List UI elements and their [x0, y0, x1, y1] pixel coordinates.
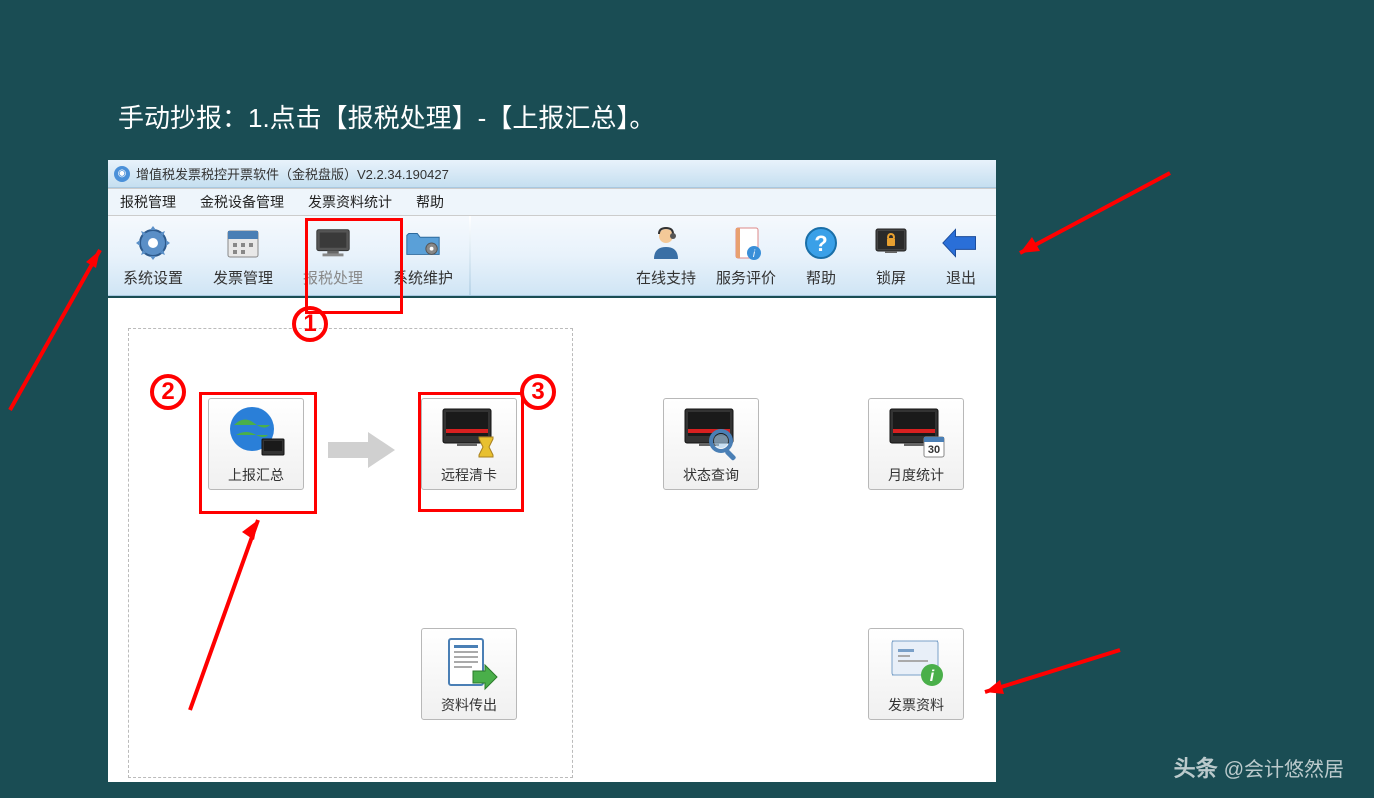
document-export-icon	[437, 635, 501, 691]
toolbar-left-group: 系统设置 发票管理 报税处理 系统维护	[108, 216, 468, 295]
window-title: 增值税发票税控开票软件（金税盘版）V2.2.34.190427	[136, 164, 449, 183]
toolbar-label: 退出	[946, 267, 976, 288]
gear-icon	[133, 223, 173, 263]
arrow-right-icon	[323, 428, 403, 477]
menu-help[interactable]: 帮助	[404, 189, 456, 215]
globe-monitor-icon	[224, 405, 288, 461]
app-icon: ◉	[114, 166, 130, 182]
support-person-icon	[646, 223, 686, 263]
menu-tax-mgmt[interactable]: 报税管理	[108, 189, 188, 215]
tile-label: 发票资料	[888, 695, 944, 715]
watermark-logo: 头条	[1174, 751, 1218, 783]
app-window: ◉ 增值税发票税控开票软件（金税盘版）V2.2.34.190427 报税管理 金…	[108, 160, 996, 296]
toolbar-label: 服务评价	[716, 267, 776, 288]
red-arrow-top-left	[0, 220, 120, 420]
tile-label: 月度统计	[888, 465, 944, 485]
menu-bar: 报税管理 金税设备管理 发票资料统计 帮助	[108, 188, 996, 216]
svg-text:30: 30	[928, 444, 940, 456]
watermark: 头条 @会计悠然居	[1174, 751, 1344, 783]
monitor-icon	[313, 223, 353, 263]
tile-label: 远程清卡	[441, 465, 497, 485]
tile-monthly-stats[interactable]: 30 月度统计	[868, 398, 964, 490]
menu-invoice-stats[interactable]: 发票资料统计	[296, 189, 404, 215]
folder-gear-icon	[403, 223, 443, 263]
calendar-icon	[223, 223, 263, 263]
toolbar-online-support[interactable]: 在线支持	[626, 216, 706, 295]
invoice-info-icon: i	[884, 635, 948, 691]
toolbar-label: 锁屏	[876, 267, 906, 288]
notebook-icon: i	[726, 223, 766, 263]
tile-upload-summary[interactable]: 上报汇总	[208, 398, 304, 490]
tile-status-query[interactable]: 状态查询	[663, 398, 759, 490]
annotation-number-3: 3	[520, 374, 556, 410]
exit-arrow-icon	[941, 223, 981, 263]
toolbar-service-rating[interactable]: i 服务评价	[706, 216, 786, 295]
red-arrow-top-right	[1000, 165, 1180, 285]
toolbar-separator	[469, 216, 471, 295]
watermark-account: @会计悠然居	[1224, 753, 1344, 782]
svg-text:?: ?	[814, 231, 827, 256]
menu-device-mgmt[interactable]: 金税设备管理	[188, 189, 296, 215]
tile-invoice-data[interactable]: i 发票资料	[868, 628, 964, 720]
toolbar-right-group: 在线支持 i 服务评价 ? 帮助 锁屏	[626, 216, 996, 295]
instruction-text: 手动抄报：1.点击【报税处理】-【上报汇总】。	[118, 98, 655, 135]
toolbar-help[interactable]: ? 帮助	[786, 216, 856, 295]
tile-label: 资料传出	[441, 695, 497, 715]
toolbar-system-maint[interactable]: 系统维护	[378, 216, 468, 295]
toolbar-label: 报税处理	[303, 267, 363, 288]
svg-text:i: i	[930, 668, 935, 685]
toolbar-tax-process[interactable]: 报税处理	[288, 216, 378, 295]
annotation-number-2: 2	[150, 374, 186, 410]
title-bar: ◉ 增值税发票税控开票软件（金税盘版）V2.2.34.190427	[108, 160, 996, 188]
toolbar-label: 帮助	[806, 267, 836, 288]
toolbar-label: 在线支持	[636, 267, 696, 288]
lock-screen-icon	[871, 223, 911, 263]
toolbar-label: 系统维护	[393, 267, 453, 288]
content-area: 上报汇总 远程清卡 状态查询 30 月度统计 资料传出 i 发票	[108, 298, 996, 782]
toolbar: 系统设置 发票管理 报税处理 系统维护	[108, 216, 996, 296]
toolbar-invoice-mgmt[interactable]: 发票管理	[198, 216, 288, 295]
tile-data-export[interactable]: 资料传出	[421, 628, 517, 720]
monitor-hourglass-icon	[437, 405, 501, 461]
annotation-number-1: 1	[292, 306, 328, 342]
help-icon: ?	[801, 223, 841, 263]
toolbar-label: 系统设置	[123, 267, 183, 288]
tile-label: 状态查询	[683, 465, 739, 485]
toolbar-lock-screen[interactable]: 锁屏	[856, 216, 926, 295]
toolbar-exit[interactable]: 退出	[926, 216, 996, 295]
toolbar-label: 发票管理	[213, 267, 273, 288]
monitor-search-icon	[679, 405, 743, 461]
toolbar-system-settings[interactable]: 系统设置	[108, 216, 198, 295]
monitor-calendar-icon: 30	[884, 405, 948, 461]
tile-remote-clear[interactable]: 远程清卡	[421, 398, 517, 490]
tile-label: 上报汇总	[228, 465, 284, 485]
